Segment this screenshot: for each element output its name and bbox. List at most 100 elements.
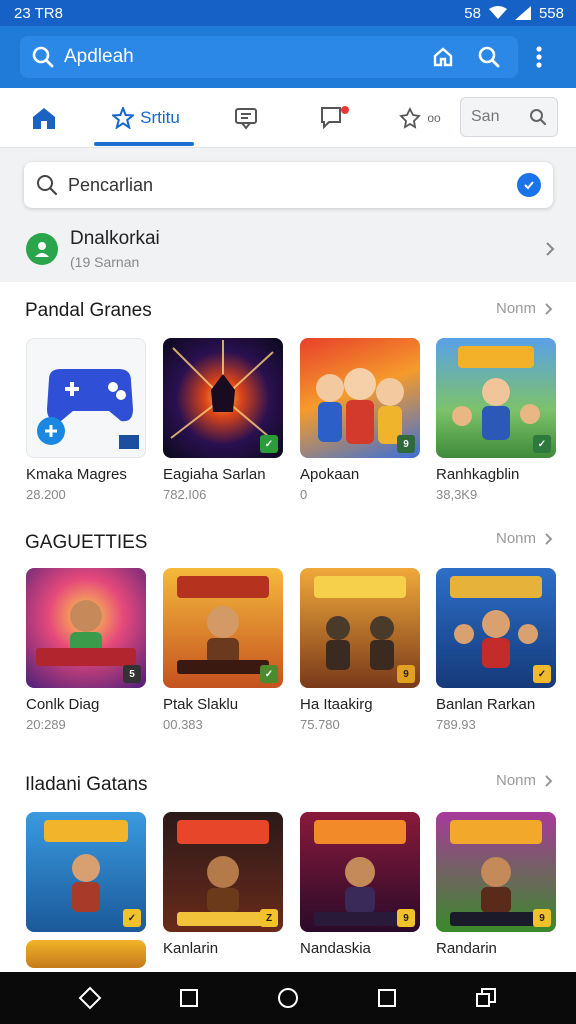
nav-home-button[interactable]: [268, 978, 308, 1018]
person-icon: [35, 242, 49, 257]
tab-featured[interactable]: Srtitu: [104, 88, 188, 148]
tab-chat[interactable]: [226, 88, 266, 148]
tab-explore-label: oo: [427, 111, 441, 125]
game-thumbnail: ✓: [163, 338, 283, 458]
status-time: 23 TR8: [14, 4, 63, 22]
game-card[interactable]: 9 Apokaan 0: [300, 338, 422, 502]
game-title: Nandaskia: [300, 940, 371, 957]
account-subtitle: (19 Sarnan: [70, 254, 140, 270]
game-title: Apokaan: [300, 466, 360, 483]
game-downloads: 00.383: [163, 717, 203, 732]
game-badge-icon: ✓: [533, 665, 551, 683]
chevron-right-icon: [545, 774, 553, 787]
tab-search-box[interactable]: San: [460, 97, 558, 137]
game-thumbnail-partial: [26, 940, 146, 968]
section-title: GAGUETTIES: [25, 532, 148, 553]
signal-icon: [514, 6, 531, 20]
tab-home[interactable]: [24, 88, 64, 148]
game-badge-icon: 5: [123, 665, 141, 683]
game-card[interactable]: 5 Conlk Diag 20:289: [26, 568, 148, 732]
game-thumbnail: 9: [436, 812, 556, 932]
section-more-button[interactable]: Nonm: [496, 530, 554, 547]
game-title: Kmaka Magres: [26, 466, 127, 483]
search-icon: [530, 109, 547, 126]
game-badge-icon: 9: [397, 665, 415, 683]
game-badge-icon: 9: [533, 909, 551, 927]
game-badge-icon: ✓: [123, 909, 141, 927]
game-downloads: 75.780: [300, 717, 340, 732]
nav-recents-button[interactable]: [367, 978, 407, 1018]
section-more-button[interactable]: Nonm: [496, 772, 554, 789]
square-icon: [179, 989, 198, 1007]
game-title: Ranhkagblin: [436, 466, 520, 483]
tab-featured-label: Srtitu: [140, 108, 180, 127]
game-badge-icon: ✓: [260, 665, 278, 683]
wifi-icon: [488, 6, 507, 19]
game-thumbnail: Z: [163, 812, 283, 932]
circle-icon: [277, 988, 298, 1008]
nav-multiwindow-button[interactable]: [466, 978, 506, 1018]
diamond-icon: [78, 986, 102, 1010]
game-title: Kanlarin: [163, 940, 219, 957]
search-icon: [37, 175, 58, 196]
game-thumbnail: ✓: [436, 338, 556, 458]
game-card[interactable]: Z Kanlarin: [163, 812, 285, 957]
avatar: [26, 233, 58, 265]
gamepad-icon: [37, 369, 139, 449]
tab-explore[interactable]: oo: [392, 88, 448, 148]
overflow-menu-button[interactable]: [524, 36, 554, 78]
battery-text: 558: [538, 4, 564, 22]
game-card[interactable]: ✓: [26, 812, 148, 968]
section-more-label: Nonm: [495, 300, 536, 317]
game-card[interactable]: 9 Ha Itaakirg 75.780: [300, 568, 422, 732]
app-search-bar[interactable]: Apdleah: [20, 36, 518, 78]
game-downloads: 28.200: [26, 487, 66, 502]
search-button[interactable]: [472, 40, 506, 74]
section-more-button[interactable]: Nonm: [496, 300, 554, 317]
game-badge-icon: ✓: [260, 435, 278, 453]
content-area: Pandal Granes Nonm Kmaka Magres 28.200 ✓: [0, 282, 576, 972]
game-card[interactable]: ✓ Eagiaha Sarlan 782.I06: [163, 338, 285, 502]
game-card[interactable]: ✓ Ranhkagblin 38,3K9: [436, 338, 558, 502]
account-row[interactable]: Dnalkorkai (19 Sarnan: [0, 218, 576, 280]
tab-messages[interactable]: [312, 88, 356, 148]
status-bar: 23 TR8 58 558: [0, 0, 576, 26]
account-text: Dnalkorkai (19 Sarnan: [70, 228, 544, 270]
copy-icon: [476, 988, 497, 1007]
section-more-label: Nonm: [495, 530, 536, 547]
section-title: Iladani Gatans: [25, 774, 148, 795]
section-more-label: Nonm: [495, 772, 536, 789]
game-title: Ha Itaakirg: [300, 696, 373, 713]
main-search-label: Pencarlian: [68, 174, 154, 195]
main-search-input[interactable]: Pencarlian: [24, 162, 553, 208]
game-thumbnail: ✓: [26, 812, 146, 932]
game-thumbnail: ✓: [436, 568, 556, 688]
game-title: Banlan Rarkan: [436, 696, 536, 713]
game-card[interactable]: 9 Randarin: [436, 812, 558, 957]
home-icon: [433, 47, 453, 67]
game-badge-icon: 9: [397, 435, 415, 453]
nav-square-button[interactable]: [169, 978, 209, 1018]
game-thumbnail: ✓: [163, 568, 283, 688]
game-badge-icon: ✓: [533, 435, 551, 453]
game-downloads: 782.I06: [163, 487, 207, 502]
chevron-right-icon: [545, 532, 553, 545]
game-thumbnail: [26, 338, 146, 458]
game-downloads: 20:289: [26, 717, 66, 732]
chat-bubble-icon: [321, 106, 349, 130]
nav-back-button[interactable]: [70, 978, 110, 1018]
game-card[interactable]: ✓ Banlan Rarkan 789.93: [436, 568, 558, 732]
search-icon: [32, 46, 54, 68]
verified-icon: [517, 173, 541, 197]
game-thumbnail: 9: [300, 812, 420, 932]
game-thumbnail: 5: [26, 568, 146, 688]
home-icon: [33, 108, 55, 129]
search-icon: [478, 46, 500, 68]
account-title: Dnalkorkai: [70, 228, 160, 249]
tab-search-label: San: [471, 108, 500, 125]
game-card[interactable]: ✓ Ptak Slaklu 00.383: [163, 568, 285, 732]
game-card[interactable]: 9 Nandaskia: [300, 812, 422, 957]
home-button[interactable]: [426, 40, 460, 74]
game-card[interactable]: Kmaka Magres 28.200: [26, 338, 148, 502]
game-badge-icon: Z: [260, 909, 278, 927]
